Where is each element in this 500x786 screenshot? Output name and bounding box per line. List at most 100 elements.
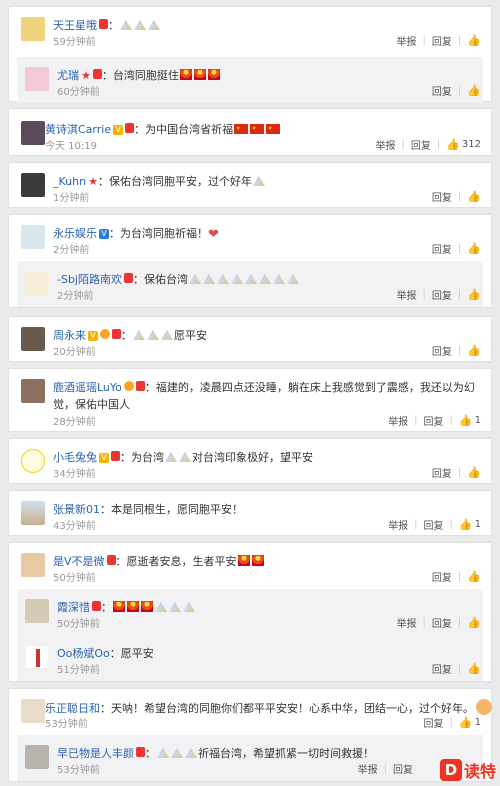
separator: | [449, 415, 453, 426]
comment-actions: 举报 | 回复 | 👍 1 [388, 413, 481, 428]
member-badge-icon [125, 123, 135, 133]
thumbs-up-icon: 👍 [467, 344, 481, 357]
comment-item: 小毛兔兔 V ：为台湾 对台湾印象极好，望平安 34分钟前 回复 | 👍 [9, 439, 491, 485]
pray-emoji-icon [157, 748, 169, 758]
comment-thread-1: 天王星哦 ： 59分钟前 举报 | 回复 | 👍 尤瑞 ★ ：台湾同胞挺住 60分钟前 回… [8, 6, 492, 103]
avatar[interactable] [21, 449, 45, 473]
comment-text-2: 愿平安 [174, 329, 207, 342]
username[interactable]: 周永来 [53, 329, 86, 342]
like-button[interactable]: 👍 [467, 662, 481, 675]
thumbs-up-icon: 👍 [467, 616, 481, 629]
comment-line: 早已物是人丰颜 ： 祈福台湾，希望抓紧一切时间救援！ [57, 745, 374, 761]
comment-line: 霞深惜 ： [57, 599, 196, 615]
username[interactable]: 乐正聪日和 [45, 702, 100, 715]
avatar[interactable] [21, 17, 45, 41]
like-button[interactable]: 👍 1 [459, 518, 481, 531]
report-link[interactable]: 举报 [375, 137, 395, 152]
heart-emoji-icon: ❤ [208, 227, 219, 242]
like-button[interactable]: 👍 [467, 288, 481, 301]
reply-link[interactable]: 回复 [424, 715, 444, 730]
like-button[interactable]: 👍 [467, 84, 481, 97]
like-button[interactable]: 👍 [467, 616, 481, 629]
thumbs-up-icon: 👍 [467, 84, 481, 97]
flag-emoji-icon [250, 124, 265, 134]
avatar[interactable] [25, 599, 49, 623]
avatar[interactable] [21, 553, 45, 577]
avatar[interactable] [25, 67, 49, 91]
comment-thread-6: 鹿酒遥瑶LuYo ：福建的，凌晨四点还没睡，躺在床上我感觉到了震感，我还以为幻觉，… [8, 368, 492, 432]
reply-link[interactable]: 回复 [424, 413, 444, 428]
reply-link[interactable]: 回复 [432, 33, 452, 48]
reply-link[interactable]: 回复 [432, 287, 452, 302]
comment-item: 是V不是微 ：愿逝者安息，生者平安 50分钟前 回复 | 👍 [9, 543, 491, 589]
like-button[interactable]: 👍 312 [446, 138, 481, 151]
avatar[interactable] [21, 173, 45, 197]
reply-link[interactable]: 回复 [432, 661, 452, 676]
like-button[interactable]: 👍 [467, 344, 481, 357]
reply-link[interactable]: 回复 [432, 465, 452, 480]
username[interactable]: -Sbj陌路南欢 [57, 273, 122, 286]
like-button[interactable]: 👍 [467, 190, 481, 203]
report-link[interactable]: 举报 [388, 517, 408, 532]
username[interactable]: 鹿酒遥瑶LuYo [53, 381, 122, 394]
avatar[interactable] [21, 379, 45, 403]
avatar[interactable] [21, 501, 45, 525]
comment-actions: 举报 | 回复 | 👍 1 [388, 517, 481, 532]
comment-item: 尤瑞 ★ ：台湾同胞挺住 60分钟前 回复 | 👍 [17, 57, 483, 103]
username[interactable]: 黄诗淇Carrie [45, 123, 111, 136]
avatar[interactable] [25, 745, 49, 769]
reply-link[interactable]: 回复 [424, 517, 444, 532]
separator: | [457, 617, 462, 628]
comment-text: ： [101, 601, 112, 614]
avatar[interactable] [21, 699, 45, 723]
candle-emoji-icon [207, 69, 220, 80]
username[interactable]: _Kuhn [53, 175, 86, 188]
avatar[interactable] [21, 225, 45, 249]
username[interactable]: 张景新01 [53, 503, 100, 516]
member-badge-icon [99, 19, 108, 29]
pray-emoji-icon [120, 20, 132, 30]
username[interactable]: 早已物是人丰颜 [57, 747, 134, 760]
username[interactable]: 永乐娱乐 [53, 227, 97, 240]
reply-link[interactable]: 回复 [432, 569, 452, 584]
reply-link[interactable]: 回复 [432, 615, 452, 630]
comment-item: 周永来 V ： 愿平安 20分钟前 回复 | 👍 [9, 317, 491, 363]
avatar[interactable] [25, 271, 49, 295]
avatar[interactable] [21, 121, 45, 145]
username[interactable]: 尤瑞 [57, 69, 79, 82]
report-link[interactable]: 举报 [397, 287, 417, 302]
avatar[interactable] [25, 645, 49, 669]
report-link[interactable]: 举报 [397, 615, 417, 630]
like-button[interactable]: 👍 [467, 570, 481, 583]
report-link[interactable]: 举报 [358, 761, 378, 776]
like-button[interactable]: 👍 [467, 242, 481, 255]
reply-link[interactable]: 回复 [432, 83, 452, 98]
reply-link[interactable]: 回复 [411, 137, 431, 152]
avatar[interactable] [21, 327, 45, 351]
report-link[interactable]: 举报 [397, 33, 417, 48]
like-button[interactable]: 👍 1 [459, 414, 481, 427]
username[interactable]: 小毛兔兔 [53, 451, 97, 464]
member-badge-icon [112, 329, 121, 339]
comment-actions: 举报 | 回复 | 👍 [397, 33, 481, 48]
comment-thread-3: _Kuhn ★：保佑台湾同胞平安，过个好年 1分钟前 回复 | 👍 [8, 162, 492, 208]
username[interactable]: 霞深惜 [57, 601, 90, 614]
reply-link[interactable]: 回复 [432, 189, 452, 204]
like-count: 312 [461, 139, 481, 150]
reply-link[interactable]: 回复 [432, 343, 452, 358]
like-button[interactable]: 👍 [467, 34, 481, 47]
comment-text: ： [108, 19, 119, 32]
report-link[interactable]: 举报 [388, 413, 408, 428]
username[interactable]: Oo杨斌Oo [57, 647, 110, 660]
like-button[interactable]: 👍 1 [459, 716, 481, 729]
username[interactable]: 是V不是微 [53, 555, 105, 568]
comment-thread-5: 周永来 V ： 愿平安 20分钟前 回复 | 👍 [8, 316, 492, 362]
separator: | [457, 571, 462, 582]
comment-line: -Sbj陌路南欢 ：保佑台湾 [57, 271, 300, 287]
reply-link[interactable]: 回复 [393, 761, 413, 776]
reply-link[interactable]: 回复 [432, 241, 452, 256]
separator: | [414, 415, 418, 426]
comment-text: ：台湾同胞挺住 [101, 69, 179, 82]
username[interactable]: 天王星哦 [53, 19, 97, 32]
like-button[interactable]: 👍 [467, 466, 481, 479]
